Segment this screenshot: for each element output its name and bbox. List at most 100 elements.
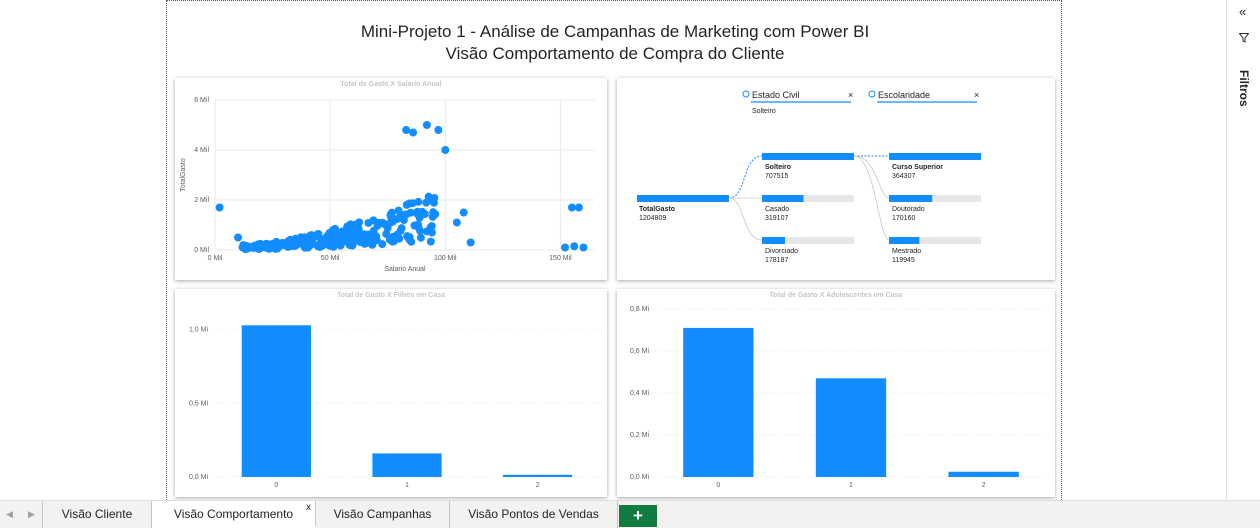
decomp-level-title: Estado Civil: [752, 90, 800, 100]
bar-chart-filhos-visual[interactable]: Total de Gasto X Filhos em Casa 0,0 Mi 0,…: [175, 289, 607, 497]
double-chevron-left-icon[interactable]: «: [1239, 4, 1246, 19]
scatter-point: [283, 242, 292, 251]
tab-visao-cliente[interactable]: Visão Cliente: [42, 501, 152, 528]
y-tick-label: 0,0 Mi: [189, 474, 209, 481]
decomp-node-value: 364307: [892, 173, 915, 180]
tab-visao-pontos-de-vendas[interactable]: Visão Pontos de Vendas: [450, 501, 618, 528]
scatter-point: [579, 243, 588, 252]
decomp-bar: [889, 195, 933, 202]
scatter-point: [567, 203, 576, 212]
filters-pane: « Filtros: [1226, 0, 1260, 500]
scatter-point: [574, 203, 583, 212]
decomp-node-value: 119945: [892, 257, 915, 264]
scatter-visual[interactable]: Total de Gasto X Salario Anual 0 Mil 2 Mi…: [175, 78, 607, 280]
scatter-point: [389, 232, 398, 241]
y-tick-label: 0,8 Mi: [630, 306, 650, 313]
y-tick-label: 0,6 Mi: [630, 348, 650, 355]
scatter-point: [368, 240, 377, 249]
decomp-connector: [853, 155, 890, 241]
x-tick-label: 1: [849, 482, 853, 489]
scatter-point: [399, 211, 408, 220]
decomp-connector-active: [728, 155, 763, 199]
lightbulb-icon: [868, 90, 876, 98]
y-axis-title: TotalGasto: [180, 158, 187, 192]
scatter-point: [272, 239, 281, 248]
scatter-point: [402, 200, 411, 209]
scatter-chart[interactable]: 0 Mil 2 Mil 4 Mil 6 Mil 0 Mil 50 Mil 100 Mil 15…: [175, 78, 607, 280]
tab-label: Visão Campanhas: [333, 507, 432, 521]
x-tick-label: 0: [274, 482, 278, 489]
scatter-point: [364, 230, 373, 239]
bar: [683, 327, 754, 477]
tab-next-icon[interactable]: ▶: [28, 509, 35, 520]
add-page-button[interactable]: +: [619, 505, 657, 527]
scatter-point: [406, 208, 415, 217]
bar: [503, 474, 573, 477]
tab-label: Visão Cliente: [61, 507, 133, 521]
decomp-node-label: Divorciado: [765, 248, 798, 255]
decomp-connector: [728, 197, 763, 241]
decomp-root-value: 1204809: [639, 215, 666, 222]
y-tick-label: 0,4 Mi: [630, 390, 650, 397]
scatter-point: [349, 235, 358, 244]
decomp-root-label: TotalGasto: [639, 206, 675, 213]
report-canvas: Mini-Projeto 1 - Análise de Campanhas de…: [0, 0, 1226, 500]
decomp-level-header[interactable]: Estado Civil ×: [742, 90, 853, 103]
x-tick-label: 1: [405, 482, 409, 489]
tab-prev-icon[interactable]: ◀: [6, 509, 13, 520]
scatter-point: [452, 218, 461, 227]
report-title: Mini-Projeto 1 - Análise de Campanhas de…: [167, 21, 1063, 65]
x-tick-label: 0: [716, 482, 720, 489]
bar-chart-adolescentes[interactable]: 0,0 Mi 0,2 Mi 0,4 Mi 0,6 Mi 0,8 Mi 0 1 2: [617, 289, 1055, 497]
scatter-point: [570, 242, 579, 251]
y-tick-label: 0 Mil: [194, 247, 209, 254]
scatter-point: [434, 126, 443, 134]
bar: [241, 325, 311, 477]
scatter-point: [426, 223, 435, 232]
scatter-point: [364, 218, 373, 227]
tab-visao-comportamento[interactable]: Visão Comportamento x: [152, 501, 316, 528]
scatter-point: [416, 233, 425, 242]
x-axis-title: Salario Anual: [384, 266, 426, 273]
decomp-node-value: 170160: [892, 215, 915, 222]
tab-visao-campanhas[interactable]: Visão Campanhas: [316, 501, 450, 528]
decomp-bar: [762, 195, 804, 202]
decomp-level-header[interactable]: Escolaridade ×: [868, 90, 979, 103]
decomposition-tree-visual[interactable]: Estado Civil × Solteiro Escolaridade × TotalG…: [617, 78, 1055, 280]
report-title-line1: Mini-Projeto 1 - Análise de Campanhas de…: [360, 22, 870, 41]
decomp-node-value: 178187: [765, 257, 788, 264]
scatter-point: [256, 242, 265, 251]
scatter-point: [402, 126, 411, 134]
bar-chart-adolescentes-visual[interactable]: Total de Gasto X Adolescentes em Casa 0,…: [617, 289, 1055, 497]
decomp-selected-value: Solteiro: [752, 108, 776, 115]
y-tick-label: 2 Mil: [194, 197, 209, 204]
scatter-point: [323, 231, 332, 240]
scatter-point: [441, 146, 450, 154]
x-tick-label: 0 Mil: [208, 255, 223, 262]
scatter-point: [561, 243, 570, 252]
y-tick-label: 4 Mil: [194, 147, 209, 154]
decomp-node-value: 707515: [765, 173, 788, 180]
bar: [372, 453, 442, 477]
x-tick-label: 50 Mil: [321, 255, 340, 262]
page-tab-bar: ◀ ▶ Visão Cliente Visão Comportamento x …: [0, 500, 1260, 528]
scatter-point: [378, 240, 387, 249]
scatter-point: [314, 232, 323, 241]
lightbulb-icon: [742, 90, 750, 98]
close-tab-icon[interactable]: x: [306, 494, 311, 521]
x-tick-label: 100 Mil: [434, 255, 457, 262]
filters-label[interactable]: Filtros: [1237, 70, 1251, 107]
scatter-point: [409, 128, 418, 137]
scatter-point: [359, 238, 368, 247]
scatter-point: [307, 234, 316, 243]
report-page: Mini-Projeto 1 - Análise de Campanhas de…: [166, 0, 1062, 500]
x-tick-label: 2: [982, 482, 986, 489]
decomp-level-title: Escolaridade: [878, 90, 930, 100]
decomposition-tree[interactable]: Estado Civil × Solteiro Escolaridade × TotalG…: [617, 78, 1055, 280]
scatter-point: [301, 240, 310, 249]
bar-chart-filhos[interactable]: 0,0 Mi 0,5 Mi 1,0 Mi 0 1 2: [175, 289, 607, 497]
y-tick-label: 0,2 Mi: [630, 432, 650, 439]
scatter-point: [300, 233, 309, 242]
decomp-bar: [889, 153, 981, 160]
scatter-point: [244, 242, 253, 251]
